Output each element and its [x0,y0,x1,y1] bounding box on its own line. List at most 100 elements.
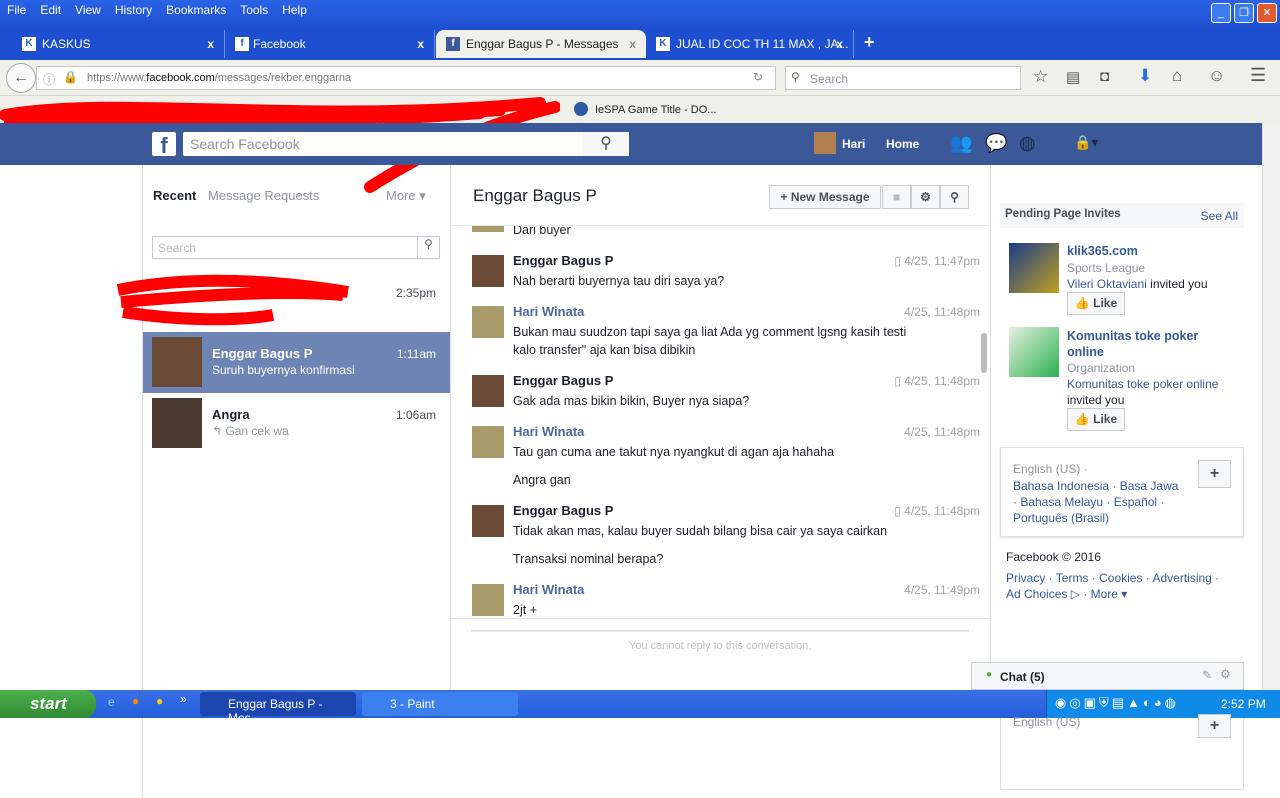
avatar[interactable] [472,255,504,287]
sender-name[interactable]: Hari Winata [513,304,584,319]
overflow-chevron-icon[interactable]: » [180,692,187,706]
gear-icon[interactable]: ⚙ [1220,667,1231,681]
tab-facebook[interactable]: f Facebook x [225,30,435,58]
sender-name[interactable]: Hari Winata [513,582,584,597]
browser-search-input[interactable]: ⚲ Search [785,66,1021,90]
menu-history[interactable]: History [108,0,159,17]
notifications-globe-icon[interactable]: ◍ [1019,132,1036,155]
message-text: Tau gan cuma ane takut nya nyangkut di a… [513,445,835,459]
thread-item[interactable]: 2:35pm [116,270,450,331]
tab-messages[interactable]: f Enggar Bagus P - Messages x [436,30,646,58]
tab-recent[interactable]: Recent [153,188,196,203]
profile-link[interactable]: Hari [842,137,865,151]
page-link[interactable]: Komunitas toke poker online [1067,328,1207,360]
page-thumbnail[interactable] [1009,327,1059,377]
taskbar-window-paint[interactable]: 3 - Paint [362,692,518,716]
sender-name[interactable]: Enggar Bagus P [513,373,613,388]
firefox-icon[interactable]: ● [132,694,139,708]
mobile-icon: ▯ [894,504,901,518]
search-icon[interactable]: ⚲ [940,185,969,209]
chrome-icon[interactable]: ● [156,694,163,708]
avatar[interactable] [814,132,836,154]
new-message-button[interactable]: + New Message [769,185,881,209]
smiley-icon[interactable]: ☺ [1208,66,1225,86]
sender-name[interactable]: Enggar Bagus P [513,503,613,518]
close-button[interactable]: ✕ [1257,3,1277,23]
bookmark-star-icon[interactable]: ☆ [1033,67,1048,87]
start-button[interactable]: start [0,690,96,718]
more-dropdown[interactable]: More ▾ [386,188,426,204]
url-bar[interactable]: ⓘ 🔒 https://www.facebook.com/messages/re… [36,66,776,90]
messages-icon[interactable]: 💬 [985,133,1007,154]
close-tab-icon[interactable]: x [629,37,636,51]
chat-bar[interactable]: ● Chat (5) ✎ ⚙ [971,662,1244,690]
pocket-icon[interactable]: ◘ [1100,68,1109,85]
avatar[interactable] [472,505,504,537]
facebook-logo[interactable]: f [152,132,176,158]
footer-links[interactable]: Privacy · Terms · Cookies · Advertising … [1006,570,1226,602]
timestamp: 4/25, 11:48pm [904,305,980,319]
close-tab-icon[interactable]: x [417,37,424,51]
new-tab-button[interactable]: + [864,32,875,53]
menu-file[interactable]: File [0,0,33,17]
privacy-lock-icon[interactable]: 🔒▾ [1074,134,1098,151]
back-button[interactable]: ← [6,63,36,93]
sender-name[interactable]: Enggar Bagus P [513,253,613,268]
friend-requests-icon[interactable]: 👥 [950,133,972,154]
search-icon[interactable]: ⚲ [417,237,439,258]
tab-kaskus[interactable]: K KASKUS x [0,30,225,58]
menu-bookmarks[interactable]: Bookmarks [159,0,233,17]
thread-item-selected[interactable]: Enggar Bagus P 1:11am Suruh buyernya kon… [143,332,450,393]
page-scrollbar[interactable] [1262,123,1280,690]
ie-icon[interactable]: e [108,695,115,709]
tray-icons[interactable]: ◉◎▣⛨▤▲◐◕◍ [1055,695,1179,711]
message-text: Tidak akan mas, kalau buyer sudah bilang… [513,524,888,538]
avatar[interactable] [472,426,504,458]
page-thumbnail[interactable] [1009,243,1059,293]
taskbar-window-firefox[interactable]: Enggar Bagus P - Mes... [200,692,356,725]
facebook-search-input[interactable]: Search Facebook ⚲ [183,132,629,156]
menu-help[interactable]: Help [275,0,314,17]
reading-list-icon[interactable]: ▤ [1066,68,1080,86]
sender-name[interactable]: Hari Winata [513,424,584,439]
compose-icon[interactable]: ✎ [1202,668,1212,682]
close-tab-icon[interactable]: x [207,37,214,51]
language-links[interactable]: Bahasa Indonesia · Basa Jawa · Bahasa Me… [1013,478,1183,526]
gear-icon[interactable]: ⚙ [911,185,940,209]
avatar [152,398,202,448]
avatar[interactable] [472,375,504,407]
page-link[interactable]: klik365.com [1067,244,1138,258]
maximize-button[interactable]: ❐ [1234,3,1254,23]
menu-tools[interactable]: Tools [233,0,275,17]
minimize-button[interactable]: _ [1211,3,1231,23]
scrollbar-thumb[interactable] [981,333,987,373]
tab-message-requests[interactable]: Message Requests [208,188,319,203]
avatar[interactable] [472,584,504,616]
timestamp: 4/25, 11:48pm [904,425,980,439]
tab-jual-id[interactable]: K JUAL ID COC TH 11 MAX , JA... x [648,30,854,58]
search-icon[interactable]: ⚲ [583,132,629,156]
add-language-button[interactable]: + [1198,714,1231,738]
add-language-button[interactable]: + [1198,460,1231,488]
hamburger-menu-icon[interactable]: ☰ [1250,65,1266,86]
close-tab-icon[interactable]: x [836,37,843,51]
like-button[interactable]: 👍 Like [1067,408,1125,431]
message-text: Bukan mau suudzon tapi saya ga liat Ada … [513,325,907,357]
avatar[interactable] [472,306,504,338]
like-button[interactable]: 👍 Like [1067,292,1125,315]
reload-icon[interactable]: ↻ [753,70,763,84]
inviter-link[interactable]: Vileri Oktaviani [1067,277,1147,291]
thread-search-input[interactable]: Search ⚲ [152,236,440,259]
bookmark-iespa[interactable]: IeSPA Game Title - DO... [595,104,716,116]
timestamp: 4/25, 11:49pm [904,583,980,597]
inviter-link[interactable]: Komunitas toke poker online [1067,377,1218,391]
home-link[interactable]: Home [886,137,919,151]
home-icon[interactable]: ⌂ [1172,66,1182,86]
info-icon[interactable]: ⓘ [43,71,55,88]
menu-view[interactable]: View [68,0,108,17]
see-all-link[interactable]: See All [1201,209,1238,223]
thread-item[interactable]: Angra 1:06am ↰ Gan cek wa [143,393,450,454]
video-call-icon[interactable]: ■ [882,185,911,209]
download-icon[interactable]: ⬇ [1138,66,1152,86]
menu-edit[interactable]: Edit [33,0,68,17]
